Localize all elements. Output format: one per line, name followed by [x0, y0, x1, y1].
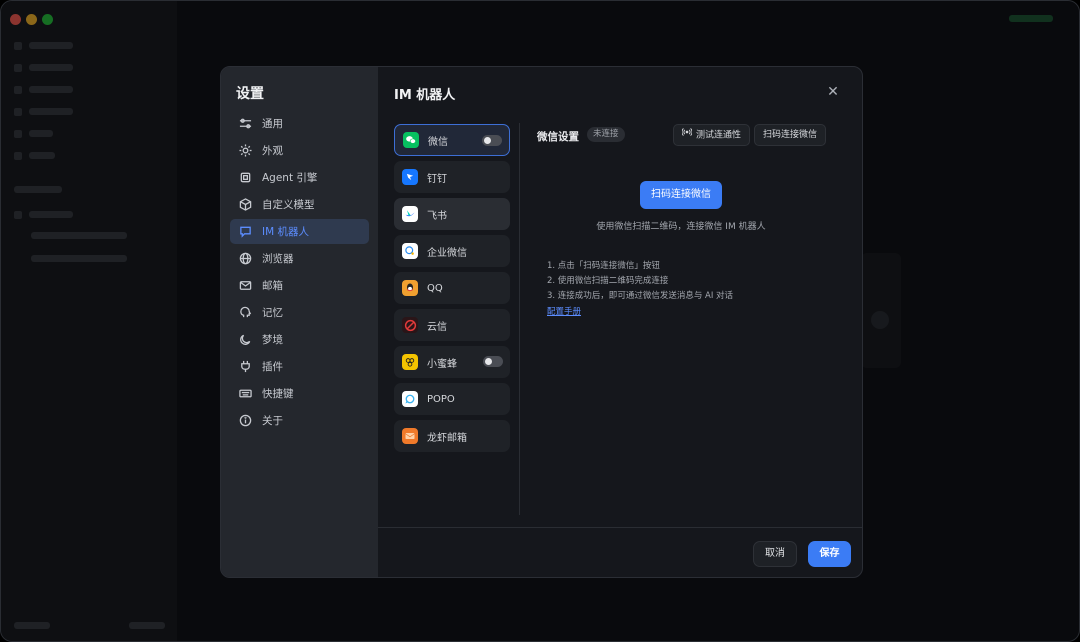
panel-divider	[519, 123, 520, 515]
bot-label: QQ	[427, 282, 443, 294]
page-title: IM 机器人	[394, 88, 456, 103]
bot-label: 云信	[427, 321, 447, 333]
nav-item-plugins[interactable]: 插件	[230, 354, 369, 379]
bot-item-feishu[interactable]: 飞书	[394, 198, 510, 230]
nav-item-label: 梦境	[262, 334, 283, 346]
bot-label: 企业微信	[427, 247, 467, 259]
nav-item-label: 记忆	[262, 307, 283, 319]
nav-item-label: 通用	[262, 118, 283, 130]
dingtalk-icon	[402, 169, 418, 185]
mailbox-icon	[402, 428, 418, 444]
status-badge: 未连接	[587, 127, 625, 142]
bot-label: 飞书	[427, 210, 447, 222]
nav-item-memory[interactable]: 记忆	[230, 300, 369, 325]
bee-icon	[402, 354, 418, 370]
keyboard-icon	[239, 387, 252, 400]
nav-item-appearance[interactable]: 外观	[230, 138, 369, 163]
bot-label: 小蜜蜂	[427, 358, 457, 370]
nav-item-label: 关于	[262, 415, 283, 427]
setup-steps: 1. 点击「扫码连接微信」按钮 2. 使用微信扫描二维码完成连接 3. 连接成功…	[547, 259, 733, 304]
mail-icon	[239, 279, 252, 292]
config-manual-link[interactable]: 配置手册	[547, 305, 581, 317]
nav-item-label: 自定义模型	[262, 199, 315, 211]
nav-item-label: 浏览器	[262, 253, 294, 265]
wecom-icon	[402, 243, 418, 259]
scan-connect-top-button[interactable]: 扫码连接微信	[754, 124, 826, 146]
chat-bubble-icon	[239, 225, 252, 238]
bot-item-bee[interactable]: 小蜜蜂	[394, 346, 510, 378]
test-connectivity-label: 测试连通性	[696, 130, 742, 141]
nav-item-mail[interactable]: 邮箱	[230, 273, 369, 298]
bot-item-wechat[interactable]: 微信	[394, 124, 510, 156]
step-item: 1. 点击「扫码连接微信」按钮	[547, 261, 660, 271]
nav-item-custom-model[interactable]: 自定义模型	[230, 192, 369, 217]
popo-icon	[402, 391, 418, 407]
bot-item-lobster-mail[interactable]: 龙虾邮箱	[394, 420, 510, 452]
bot-item-dingtalk[interactable]: 钉钉	[394, 161, 510, 193]
settings-nav: 设置 通用 外观 Agent 引擎 自定义模型 IM 机器人 浏览器 邮箱 记忆…	[221, 67, 378, 577]
wechat-icon	[403, 132, 419, 148]
nav-item-general[interactable]: 通用	[230, 111, 369, 136]
scan-connect-wechat-button[interactable]: 扫码连接微信	[640, 181, 722, 209]
chip-icon	[239, 171, 252, 184]
step-item: 3. 连接成功后，即可通过微信发送消息与 AI 对话	[547, 291, 734, 301]
brain-icon	[239, 306, 252, 319]
sliders-icon	[239, 117, 252, 130]
feishu-icon	[402, 206, 418, 222]
app-window: 设置 通用 外观 Agent 引擎 自定义模型 IM 机器人 浏览器 邮箱 记忆…	[0, 0, 1080, 642]
qq-icon	[402, 280, 418, 296]
bot-label: POPO	[427, 393, 455, 405]
globe-icon	[239, 252, 252, 265]
wechat-settings: 微信设置 未连接 测试连通性 扫码连接微信 扫码连接微信 使用微信扫描二维码，连…	[536, 124, 826, 514]
nav-item-label: Agent 引擎	[262, 172, 318, 184]
nav-item-about[interactable]: 关于	[230, 408, 369, 433]
cube-icon	[239, 198, 252, 211]
footer-divider	[378, 527, 862, 528]
info-icon	[239, 414, 252, 427]
im-bot-panel: IM 机器人 ✕ 微信 钉钉 飞书 企业微信 QQ 云信 小蜜蜂 POPO 龙虾…	[378, 67, 862, 577]
nav-item-label: 外观	[262, 145, 283, 157]
wechat-toggle[interactable]	[482, 135, 502, 146]
settings-modal: 设置 通用 外观 Agent 引擎 自定义模型 IM 机器人 浏览器 邮箱 记忆…	[220, 66, 863, 578]
plug-icon	[239, 360, 252, 373]
nav-item-label: 邮箱	[262, 280, 283, 292]
cancel-button[interactable]: 取消	[753, 541, 797, 567]
bot-list: 微信 钉钉 飞书 企业微信 QQ 云信 小蜜蜂 POPO 龙虾邮箱	[394, 124, 510, 457]
nav-item-browser[interactable]: 浏览器	[230, 246, 369, 271]
bot-item-wecom[interactable]: 企业微信	[394, 235, 510, 267]
bot-label: 钉钉	[427, 173, 447, 185]
nav-item-dream[interactable]: 梦境	[230, 327, 369, 352]
nav-item-agent-engine[interactable]: Agent 引擎	[230, 165, 369, 190]
detail-title: 微信设置	[537, 131, 579, 143]
bee-toggle[interactable]	[483, 356, 503, 367]
nav-item-label: 快捷键	[262, 388, 294, 400]
test-connectivity-button[interactable]: 测试连通性	[673, 124, 751, 146]
signal-icon	[681, 125, 693, 145]
step-item: 2. 使用微信扫描二维码完成连接	[547, 276, 669, 286]
yunxin-icon	[402, 317, 418, 333]
bot-item-yunxin[interactable]: 云信	[394, 309, 510, 341]
save-button[interactable]: 保存	[808, 541, 851, 567]
nav-item-shortcuts[interactable]: 快捷键	[230, 381, 369, 406]
bot-label: 龙虾邮箱	[427, 432, 467, 444]
nav-item-label: 插件	[262, 361, 283, 373]
nav-item-label: IM 机器人	[262, 226, 309, 238]
bot-label: 微信	[428, 136, 448, 148]
close-icon[interactable]: ✕	[826, 85, 840, 99]
scan-hint: 使用微信扫描二维码，连接微信 IM 机器人	[596, 222, 766, 232]
bot-item-qq[interactable]: QQ	[394, 272, 510, 304]
moon-icon	[239, 333, 252, 346]
nav-item-im-bot[interactable]: IM 机器人	[230, 219, 369, 244]
bot-item-popo[interactable]: POPO	[394, 383, 510, 415]
sun-icon	[239, 144, 252, 157]
settings-title: 设置	[236, 86, 264, 102]
